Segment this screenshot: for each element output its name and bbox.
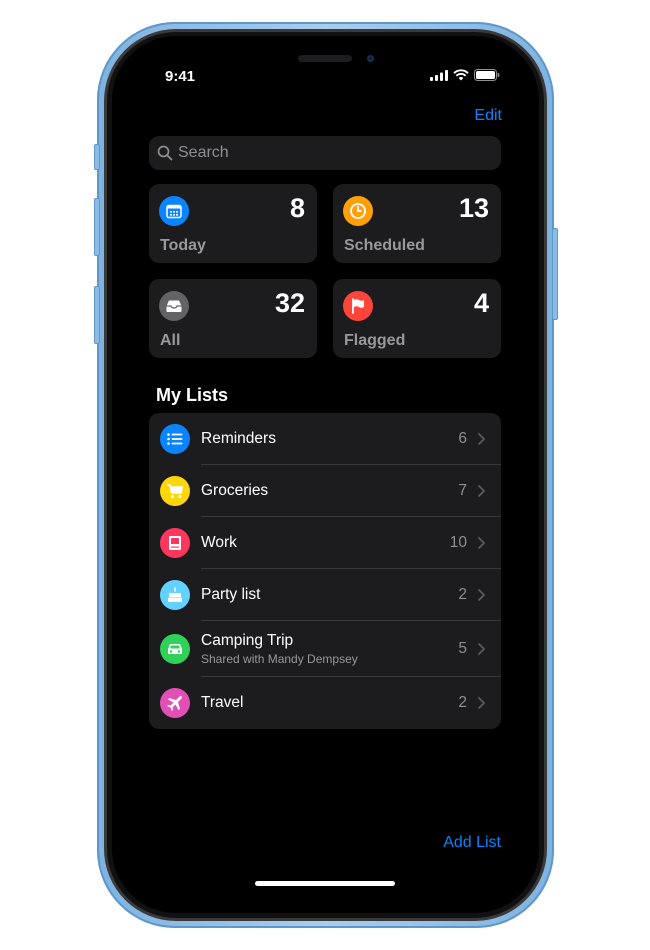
clock-icon: [343, 196, 373, 226]
list-item-party-list[interactable]: Party list 2: [149, 569, 501, 621]
flagged-count: 4: [473, 288, 489, 318]
screen: 9:41 Edit 8 Today: [112, 36, 539, 913]
list-item-travel[interactable]: Travel 2: [149, 677, 501, 729]
tray-icon: [159, 291, 189, 321]
list-count: 7: [458, 482, 467, 499]
tile-flagged[interactable]: 4 Flagged: [333, 279, 501, 358]
status-time: 9:41: [165, 68, 196, 85]
my-lists: Reminders 6 Groceries 7 Work 10 Party li…: [149, 413, 501, 729]
search-bar[interactable]: [149, 136, 501, 170]
today-label: Today: [160, 237, 206, 254]
list-name: Camping Trip: [201, 632, 294, 649]
all-count: 32: [274, 288, 305, 318]
status-icons: [430, 69, 500, 81]
list-count: 10: [449, 534, 467, 551]
volume-up-button: [94, 198, 100, 256]
chevron-right-icon: [478, 537, 485, 549]
chevron-right-icon: [478, 697, 485, 709]
flag-icon: [343, 291, 373, 321]
earpiece-speaker: [298, 55, 352, 62]
chevron-right-icon: [478, 643, 485, 655]
cellular-signal-icon: [430, 69, 448, 81]
search-input[interactable]: [178, 144, 478, 162]
list-count: 5: [458, 640, 467, 657]
home-indicator[interactable]: [255, 881, 395, 886]
list-name: Party list: [201, 586, 261, 603]
today-count: 8: [289, 193, 305, 223]
edit-button[interactable]: Edit: [474, 107, 502, 125]
list-item-reminders[interactable]: Reminders 6: [149, 413, 501, 465]
list-count: 6: [458, 430, 467, 447]
cart-icon: [160, 476, 190, 506]
list-item-groceries[interactable]: Groceries 7: [149, 465, 501, 517]
front-camera: [367, 55, 374, 62]
silent-switch: [94, 144, 100, 170]
calendar-icon: [159, 196, 189, 226]
list-count: 2: [458, 586, 467, 603]
all-label: All: [160, 332, 181, 349]
list-item-camping-trip[interactable]: Camping Trip Shared with Mandy Dempsey 5: [149, 621, 501, 677]
list-shared-subtitle: Shared with Mandy Dempsey: [201, 652, 358, 666]
tile-today[interactable]: 8 Today: [149, 184, 317, 263]
list-bullet-icon: [160, 424, 190, 454]
add-list-button[interactable]: Add List: [443, 834, 501, 852]
list-name: Groceries: [201, 482, 269, 499]
chevron-right-icon: [478, 589, 485, 601]
list-name: Travel: [201, 694, 244, 711]
my-lists-heading: My Lists: [156, 385, 229, 405]
volume-down-button: [94, 286, 100, 344]
scheduled-label: Scheduled: [344, 237, 425, 254]
battery-icon: [474, 69, 500, 81]
flagged-label: Flagged: [344, 332, 406, 349]
list-name: Reminders: [201, 430, 276, 447]
side-power-button: [552, 228, 558, 320]
scheduled-count: 13: [458, 193, 489, 223]
search-icon: [157, 145, 173, 161]
list-item-work[interactable]: Work 10: [149, 517, 501, 569]
chevron-right-icon: [478, 433, 485, 445]
wifi-icon: [453, 69, 469, 81]
chevron-right-icon: [478, 485, 485, 497]
desktop-icon: [160, 528, 190, 558]
tile-scheduled[interactable]: 13 Scheduled: [333, 184, 501, 263]
tile-all[interactable]: 32 All: [149, 279, 317, 358]
airplane-icon: [160, 688, 190, 718]
list-name: Work: [201, 534, 237, 551]
car-icon: [160, 634, 190, 664]
birthday-cake-icon: [160, 580, 190, 610]
list-count: 2: [458, 694, 467, 711]
